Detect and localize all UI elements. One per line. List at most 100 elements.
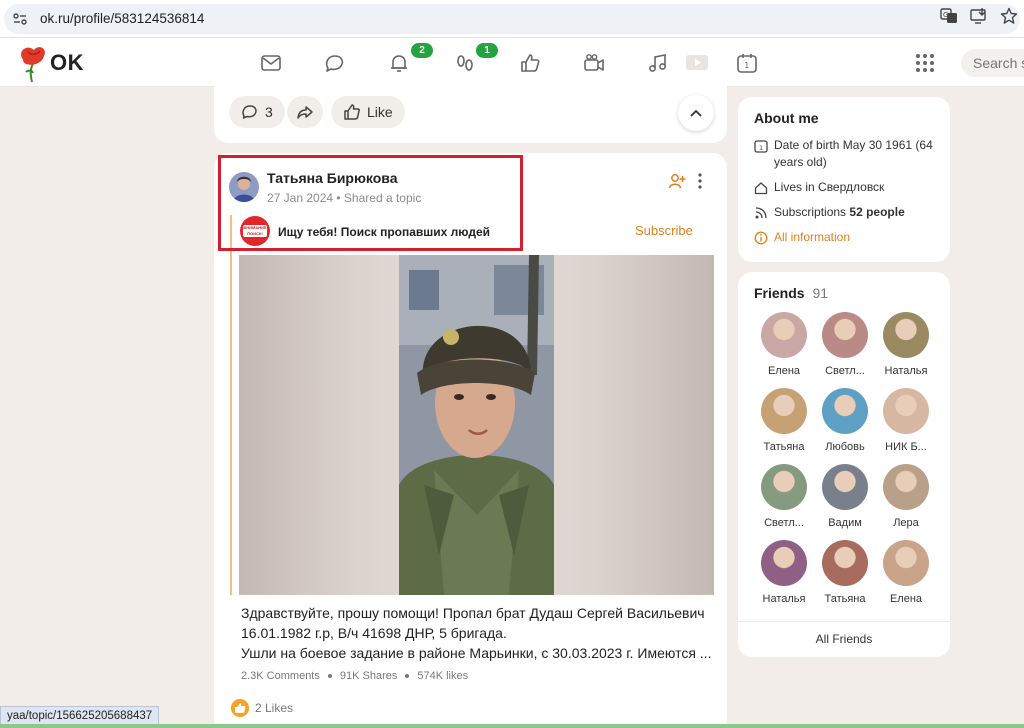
previous-post-card: 3 Like xyxy=(214,80,727,143)
bookmark-star-icon[interactable] xyxy=(1000,7,1018,25)
friend-avatar[interactable] xyxy=(822,388,868,434)
link-status-bar: yaa/topic/156625205688437 xyxy=(0,706,160,726)
guests-badge: 1 xyxy=(476,43,498,58)
messages-icon[interactable] xyxy=(260,52,282,74)
chevron-up-icon xyxy=(690,109,702,117)
friend-name[interactable]: Наталья xyxy=(754,593,814,605)
friend-name[interactable]: Любовь xyxy=(815,441,875,453)
apps-grid-icon[interactable] xyxy=(914,52,936,74)
friend-avatar[interactable] xyxy=(761,388,807,434)
subscriptions-label: Subscriptions xyxy=(774,205,847,219)
friend-avatar[interactable] xyxy=(883,388,929,434)
share-button[interactable] xyxy=(287,96,323,128)
friend-name[interactable]: Лера xyxy=(876,517,936,529)
friend-avatar[interactable] xyxy=(883,464,929,510)
search-input[interactable] xyxy=(961,49,1024,77)
subscriptions-row[interactable]: Subscriptions 52 people xyxy=(754,204,939,221)
discussions-icon[interactable] xyxy=(324,52,346,74)
friends-title[interactable]: Friends 91 xyxy=(754,285,828,301)
friend-name[interactable]: Светл... xyxy=(815,365,875,377)
comments-stat[interactable]: 2.3K Comments xyxy=(241,670,320,682)
separator-dot xyxy=(327,674,332,678)
post-text-line: Здравствуйте, прошу помощи! Пропал брат … xyxy=(241,605,705,621)
friend-name[interactable]: Наталья xyxy=(876,365,936,377)
like-label: Like xyxy=(367,104,393,120)
friend-name[interactable]: Вадим xyxy=(815,517,875,529)
browser-toolbar: ok.ru/profile/583124536814 G xyxy=(0,0,1024,38)
like-badge-icon xyxy=(231,699,249,717)
comments-button[interactable]: 3 xyxy=(229,96,285,128)
calendar-gift-icon[interactable]: 1 xyxy=(736,52,758,74)
separator-dot xyxy=(405,674,410,678)
friend-name[interactable]: Татьяна xyxy=(815,593,875,605)
rss-icon xyxy=(755,207,767,219)
post-likes[interactable]: 2 Likes xyxy=(231,699,293,717)
bottom-accent-line xyxy=(0,724,1024,728)
site-settings-icon[interactable] xyxy=(12,11,28,27)
friend-avatar[interactable] xyxy=(761,540,807,586)
music-note-icon[interactable] xyxy=(647,52,669,74)
friends-count: 91 xyxy=(812,285,829,301)
all-information-link[interactable]: All information xyxy=(754,229,939,246)
friend-item[interactable]: Вадим xyxy=(815,464,875,529)
shared-topic-bar xyxy=(230,215,232,595)
video-camera-icon[interactable] xyxy=(583,52,605,74)
friend-item[interactable]: Татьяна xyxy=(754,388,814,453)
guests-footprints-icon[interactable] xyxy=(454,52,476,74)
friend-item[interactable]: Светл... xyxy=(815,312,875,377)
friend-name[interactable]: НИК Б... xyxy=(876,441,936,453)
add-friend-icon[interactable] xyxy=(668,172,686,190)
notifications-bell-icon[interactable] xyxy=(388,52,410,74)
friend-avatar[interactable] xyxy=(883,312,929,358)
translate-icon[interactable]: G xyxy=(940,7,958,25)
location-text[interactable]: Lives in Свердловск xyxy=(774,179,884,196)
friend-item[interactable]: Елена xyxy=(876,540,936,605)
friend-avatar[interactable] xyxy=(761,312,807,358)
like-button[interactable]: Like xyxy=(331,96,405,128)
subscribe-button[interactable]: Subscribe xyxy=(635,223,693,238)
soldier-photo xyxy=(399,255,554,595)
more-options-icon[interactable] xyxy=(693,172,707,190)
friend-avatar[interactable] xyxy=(822,312,868,358)
friend-avatar[interactable] xyxy=(822,464,868,510)
scroll-up-button[interactable] xyxy=(678,95,714,131)
friend-name[interactable]: Елена xyxy=(754,365,814,377)
friend-name[interactable]: Светл... xyxy=(754,517,814,529)
likes-stat[interactable]: 574K likes xyxy=(417,670,468,682)
logo-text[interactable]: OK xyxy=(50,50,84,76)
video-play-icon[interactable] xyxy=(685,52,709,74)
shares-stat[interactable]: 91K Shares xyxy=(340,670,397,682)
divider xyxy=(738,621,950,622)
svg-text:1: 1 xyxy=(759,144,763,152)
friend-name[interactable]: Татьяна xyxy=(754,441,814,453)
subscriptions-count: 52 people xyxy=(849,205,905,219)
share-arrow-icon xyxy=(297,106,313,119)
friend-avatar[interactable] xyxy=(822,540,868,586)
install-app-icon[interactable] xyxy=(970,7,988,25)
likes-icon[interactable] xyxy=(519,52,541,74)
friend-item[interactable]: Любовь xyxy=(815,388,875,453)
thumbs-up-icon xyxy=(344,104,360,120)
home-icon xyxy=(754,182,768,195)
comment-bubble-icon xyxy=(242,105,257,119)
url-text[interactable]: ok.ru/profile/583124536814 xyxy=(40,11,204,26)
friend-item[interactable]: Елена xyxy=(754,312,814,377)
svg-text:1: 1 xyxy=(744,61,749,70)
notifications-badge: 2 xyxy=(411,43,433,58)
friend-avatar[interactable] xyxy=(883,540,929,586)
friend-name[interactable]: Елена xyxy=(876,593,936,605)
friend-item[interactable]: Лера xyxy=(876,464,936,529)
likes-count: 2 Likes xyxy=(255,701,294,715)
friend-item[interactable]: НИК Б... xyxy=(876,388,936,453)
address-bar[interactable]: ok.ru/profile/583124536814 xyxy=(4,4,1020,34)
friend-item[interactable]: Наталья xyxy=(876,312,936,377)
post-text-line: Ушли на боевое задание в районе Марьинки… xyxy=(241,645,711,661)
friend-item[interactable]: Наталья xyxy=(754,540,814,605)
post-text[interactable]: Здравствуйте, прошу помощи! Пропал брат … xyxy=(241,603,711,663)
all-friends-link[interactable]: All Friends xyxy=(738,632,950,646)
friend-avatar[interactable] xyxy=(761,464,807,510)
birth-row: 1 Date of birth May 30 1961 (64 years ol… xyxy=(754,137,939,171)
post-photo[interactable] xyxy=(239,255,714,595)
friend-item[interactable]: Татьяна xyxy=(815,540,875,605)
friend-item[interactable]: Светл... xyxy=(754,464,814,529)
